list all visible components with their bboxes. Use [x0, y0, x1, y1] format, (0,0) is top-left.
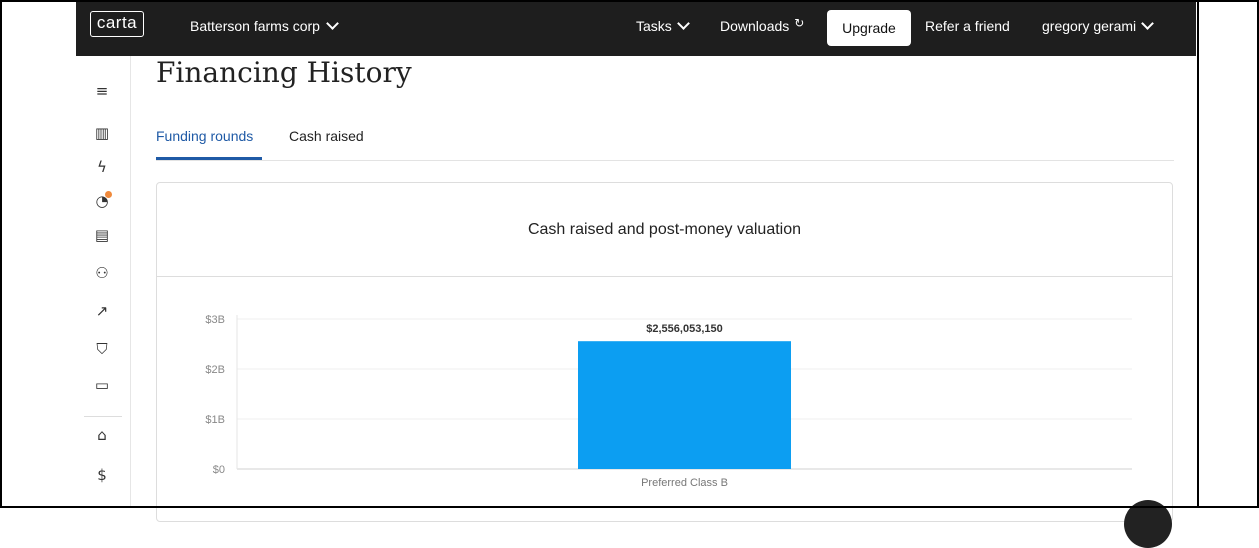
dollar-icon[interactable]: $: [90, 464, 114, 486]
right-edge-panel: [1197, 0, 1259, 508]
bar-data-label: $2,556,053,150: [646, 323, 722, 335]
tab-bar: Funding rounds Cash raised: [156, 124, 1174, 161]
y-tick-label: $3B: [205, 314, 225, 326]
x-category-label: Preferred Class B: [641, 477, 728, 489]
company-switcher[interactable]: Batterson farms corp: [190, 17, 339, 34]
document-icon[interactable]: ▤: [90, 224, 114, 246]
company-name: Batterson farms corp: [190, 18, 320, 34]
y-tick-label: $2B: [205, 364, 225, 376]
tab-funding-rounds[interactable]: Funding rounds: [156, 128, 253, 144]
y-tick-label: $0: [213, 464, 225, 476]
downloads-label: Downloads: [720, 18, 790, 34]
folder-icon[interactable]: ▭: [90, 374, 114, 396]
tab-cash-raised[interactable]: Cash raised: [289, 128, 364, 144]
chart-card: Cash raised and post-money valuation $0 $…: [156, 182, 1173, 522]
bar: [578, 341, 791, 469]
pie-chart-icon[interactable]: ◔: [90, 190, 114, 212]
dashboard-chart-icon[interactable]: ▥: [90, 122, 114, 144]
sidebar: ≡ ▥ ϟ ◔ ▤ ⚇ ↗ ⛉ ▭ ⌂ $: [76, 56, 131, 508]
refresh-icon: ↻: [794, 16, 805, 30]
chevron-down-icon: [676, 17, 690, 30]
user-name: gregory gerami: [1042, 18, 1137, 34]
tasks-label: Tasks: [636, 18, 672, 34]
refer-label: Refer a friend: [925, 18, 1010, 34]
refer-friend-link[interactable]: Refer a friend: [925, 18, 1010, 34]
tasks-menu[interactable]: Tasks: [636, 17, 690, 34]
chart-title: Cash raised and post-money valuation: [157, 183, 1172, 277]
top-nav: carta Batterson farms corp Tasks Downloa…: [76, 0, 1196, 56]
bar-chart: $0 $1B $2B $3B $2,556,053,150 Preferred Class…: [205, 314, 1132, 489]
menu-icon[interactable]: ≡: [90, 80, 114, 102]
sidebar-divider: [84, 416, 122, 417]
bolt-icon[interactable]: ϟ: [90, 156, 114, 178]
page-title: Financing History: [156, 56, 412, 89]
y-tick-label: $1B: [205, 414, 225, 426]
chevron-down-icon: [1141, 17, 1155, 30]
shield-icon[interactable]: ⛉: [90, 338, 114, 360]
people-icon[interactable]: ⚇: [90, 262, 114, 284]
user-menu[interactable]: gregory gerami: [1042, 17, 1155, 34]
chevron-down-icon: [326, 17, 339, 30]
bank-icon[interactable]: ⌂: [90, 424, 114, 446]
downloads-menu[interactable]: Downloads ↻: [720, 16, 805, 34]
line-chart-icon[interactable]: ↗: [90, 300, 114, 322]
help-chat-button[interactable]: [1124, 500, 1172, 548]
upgrade-button[interactable]: Upgrade: [827, 10, 911, 46]
active-tab-indicator: [156, 157, 262, 160]
carta-logo[interactable]: carta: [90, 11, 144, 37]
notification-dot: [105, 191, 112, 198]
